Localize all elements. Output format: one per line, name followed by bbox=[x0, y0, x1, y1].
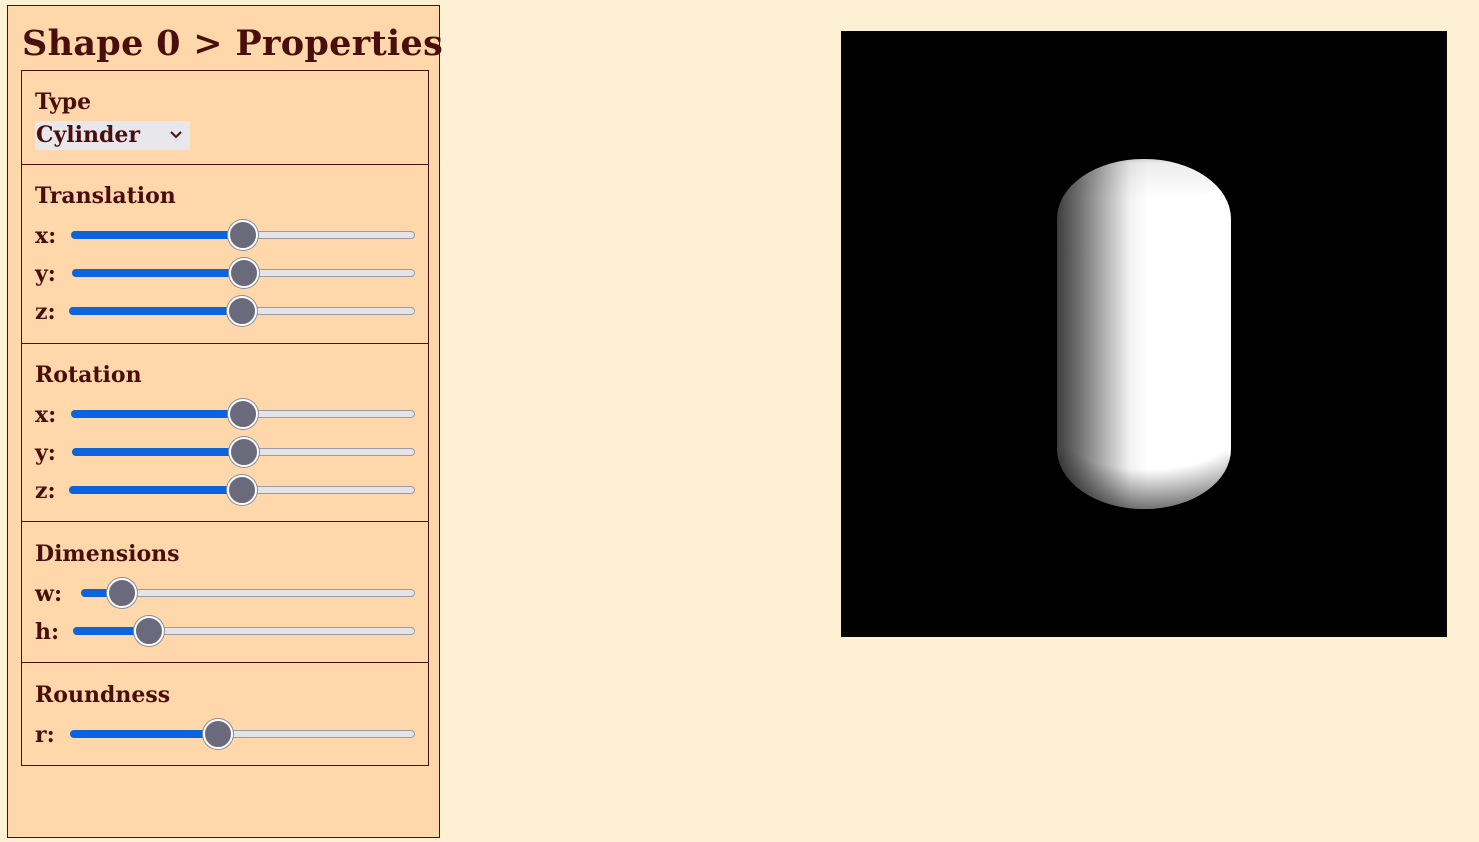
dimensions-w-row: w: bbox=[22, 578, 428, 609]
dimensions-h-slider[interactable] bbox=[73, 616, 415, 646]
translation-z-slider[interactable] bbox=[69, 296, 415, 326]
translation-y-label: y: bbox=[35, 261, 56, 287]
rotation-label: Rotation bbox=[35, 362, 142, 388]
slider-thumb[interactable] bbox=[106, 578, 137, 608]
rotation-z-slider[interactable] bbox=[69, 475, 415, 505]
slider-fill bbox=[72, 448, 243, 456]
translation-y-row: y: bbox=[22, 258, 428, 289]
roundness-r-label: r: bbox=[35, 722, 55, 748]
slider-fill bbox=[69, 307, 241, 315]
slider-thumb[interactable] bbox=[228, 220, 258, 250]
rotation-y-slider[interactable] bbox=[72, 437, 415, 467]
capsule-render bbox=[1057, 159, 1231, 509]
rotation-y-row: y: bbox=[22, 437, 428, 468]
slider-thumb[interactable] bbox=[203, 719, 234, 749]
rotation-section: Rotation x: y: z: bbox=[21, 343, 429, 522]
shape-type-value: Cylinder bbox=[36, 122, 140, 148]
slider-fill bbox=[71, 410, 242, 418]
chevron-down-icon bbox=[170, 131, 182, 139]
panel-title: Shape 0 > Properties bbox=[22, 23, 444, 64]
translation-z-row: z: bbox=[22, 296, 428, 327]
roundness-section: Roundness r: bbox=[21, 662, 429, 766]
dimensions-h-row: h: bbox=[22, 616, 428, 647]
translation-x-row: x: bbox=[22, 220, 428, 251]
properties-panel: Shape 0 > Properties Type Cylinder Trans… bbox=[7, 5, 444, 838]
dimensions-w-slider[interactable] bbox=[81, 578, 415, 608]
slider-thumb[interactable] bbox=[227, 475, 257, 505]
dimensions-section: Dimensions w: h: bbox=[21, 521, 429, 663]
slider-thumb[interactable] bbox=[133, 616, 164, 646]
cylinder-shape bbox=[1057, 159, 1231, 509]
translation-x-slider[interactable] bbox=[71, 220, 415, 250]
slider-thumb[interactable] bbox=[228, 399, 258, 429]
translation-label: Translation bbox=[35, 183, 176, 209]
roundness-r-row: r: bbox=[22, 719, 428, 750]
dimensions-h-label: h: bbox=[35, 619, 60, 645]
rotation-x-slider[interactable] bbox=[71, 399, 415, 429]
slider-fill bbox=[71, 231, 242, 239]
dimensions-label: Dimensions bbox=[35, 541, 180, 567]
slider-thumb[interactable] bbox=[228, 437, 259, 467]
type-label: Type bbox=[35, 89, 92, 115]
rotation-x-row: x: bbox=[22, 399, 428, 430]
rotation-z-row: z: bbox=[22, 475, 428, 506]
3d-viewport[interactable] bbox=[841, 31, 1447, 637]
roundness-r-slider[interactable] bbox=[70, 719, 415, 749]
slider-fill bbox=[72, 269, 243, 277]
translation-z-label: z: bbox=[35, 299, 56, 325]
slider-fill bbox=[69, 486, 241, 494]
slider-thumb[interactable] bbox=[227, 296, 257, 326]
slider-fill bbox=[70, 730, 218, 738]
translation-y-slider[interactable] bbox=[72, 258, 415, 288]
translation-x-label: x: bbox=[35, 223, 57, 249]
slider-thumb[interactable] bbox=[228, 258, 259, 288]
shape-type-select[interactable]: Cylinder bbox=[35, 121, 190, 150]
rotation-z-label: z: bbox=[35, 478, 56, 504]
rotation-x-label: x: bbox=[35, 402, 57, 428]
rotation-y-label: y: bbox=[35, 440, 56, 466]
type-section: Type Cylinder bbox=[21, 70, 429, 165]
translation-section: Translation x: y: z: bbox=[21, 164, 429, 344]
roundness-label: Roundness bbox=[35, 682, 171, 708]
dimensions-w-label: w: bbox=[35, 581, 63, 607]
